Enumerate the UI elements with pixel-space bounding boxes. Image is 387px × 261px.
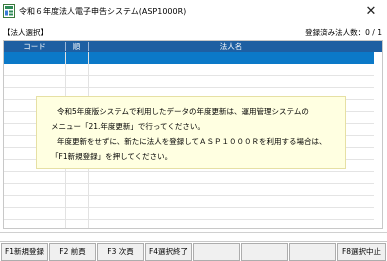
status-bar xyxy=(0,232,387,240)
table-row[interactable] xyxy=(4,208,374,220)
close-icon[interactable]: ✕ xyxy=(356,0,386,22)
message-line: 年度更新をせずに、新たに法人を登録してＡＳＰ１０００Ｒを利用する場合は、 xyxy=(57,137,327,146)
header-row: 【法人選択】 登録済み法人数：0 / 1 xyxy=(0,25,387,39)
function-key-bar: F1新規登録 F2 前頁 F3 次頁 F4選択終了 F8選択中止 xyxy=(0,241,387,261)
f4-finish-select-button[interactable]: F4選択終了 xyxy=(145,243,192,261)
f1-new-button[interactable]: F1新規登録 xyxy=(1,243,48,261)
column-header-name[interactable]: 法人名 xyxy=(88,41,374,52)
f2-prev-page-button[interactable]: F2 前頁 xyxy=(49,243,96,261)
table-row[interactable] xyxy=(4,52,374,64)
app-window: 令和６年度法人電子申告システム(ASP1000R) ✕ 【法人選択】 登録済み法… xyxy=(0,0,387,261)
column-header-code[interactable]: コード xyxy=(4,41,65,52)
f5-button[interactable] xyxy=(193,243,240,261)
title-bar: 令和６年度法人電子申告システム(ASP1000R) ✕ xyxy=(0,0,387,22)
message-line: メニュー「21.年度更新」で行ってください。 xyxy=(51,122,205,131)
section-title: 【法人選択】 xyxy=(3,28,48,37)
message-line: 令和5年度版システムで利用したデータの年度更新は、運用管理システムの xyxy=(57,107,309,116)
f3-next-page-button[interactable]: F3 次頁 xyxy=(97,243,144,261)
grid-header: コード 順 法人名 xyxy=(4,41,382,52)
message-line: 「F1新規登録」を押してください。 xyxy=(51,152,173,161)
table-row[interactable] xyxy=(4,196,374,208)
f8-cancel-select-button[interactable]: F8選択中止 xyxy=(337,243,386,261)
f7-button[interactable] xyxy=(289,243,336,261)
registered-count: 登録済み法人数：0 / 1 xyxy=(305,28,382,37)
f6-button[interactable] xyxy=(241,243,288,261)
app-icon xyxy=(3,4,15,18)
table-row[interactable] xyxy=(4,172,374,184)
column-header-order[interactable]: 順 xyxy=(65,41,88,52)
window-title: 令和６年度法人電子申告システム(ASP1000R) xyxy=(19,7,187,16)
table-row[interactable] xyxy=(4,184,374,196)
info-message: 令和5年度版システムで利用したデータの年度更新は、運用管理システムの メニュー「… xyxy=(36,96,346,169)
table-row[interactable] xyxy=(4,64,374,76)
table-row[interactable] xyxy=(4,76,374,88)
